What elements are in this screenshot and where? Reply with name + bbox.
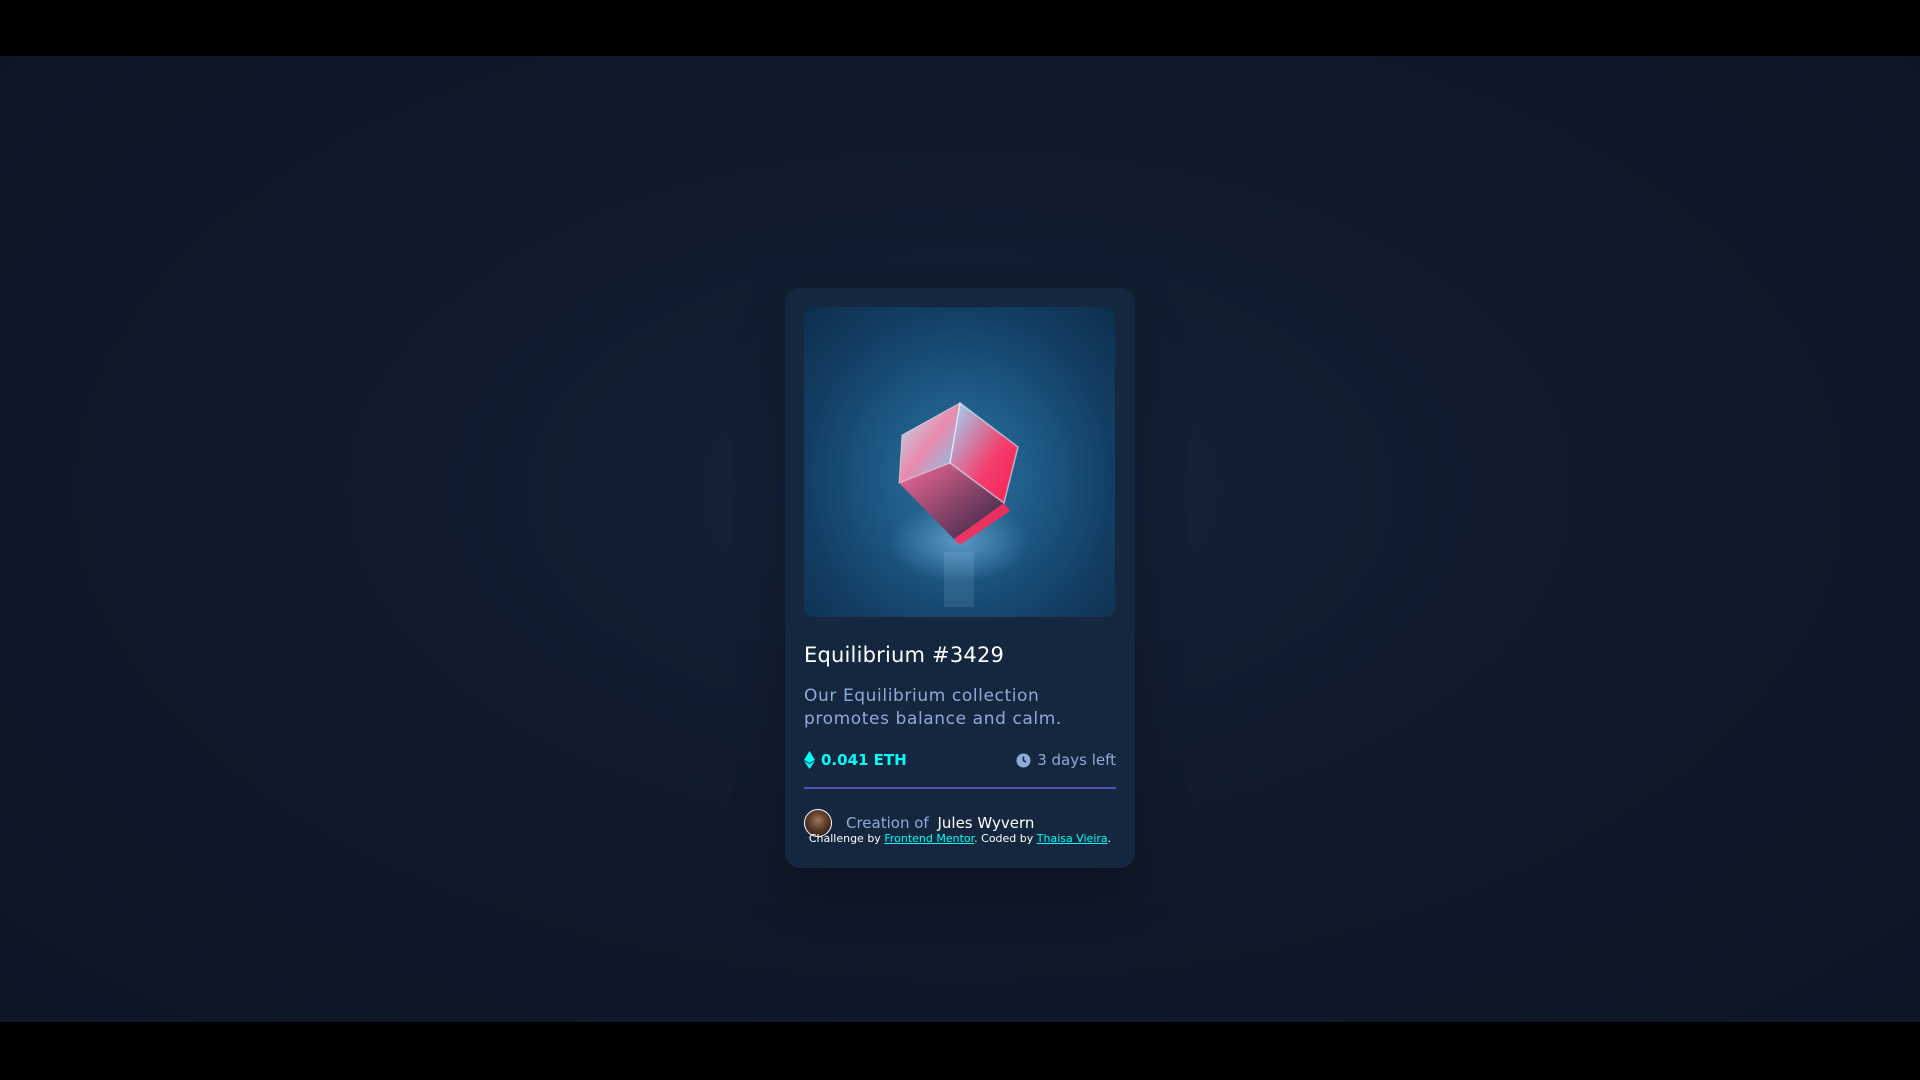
nft-description: Our Equilibrium collection promotes bala…	[804, 686, 1062, 729]
nft-card: Equilibrium #3429 Our Equilibrium collec…	[785, 288, 1135, 868]
attribution-middle: . Coded by	[974, 832, 1034, 845]
author-link[interactable]: Thaisa Vieira	[1037, 832, 1108, 845]
clock-icon	[1016, 753, 1031, 767]
creator-label: Creation of	[846, 814, 929, 832]
attribution-suffix: .	[1107, 832, 1112, 845]
attribution: Challenge by Frontend Mentor. Coded by T…	[0, 832, 1920, 845]
nft-image[interactable]	[804, 307, 1115, 617]
nft-meta: 0.041 ETH 3 days left	[804, 751, 1116, 769]
attribution-prefix: Challenge by	[808, 832, 881, 845]
frontend-mentor-link[interactable]: Frontend Mentor	[884, 832, 974, 845]
creator-name-link[interactable]: Jules Wyvern	[937, 814, 1034, 832]
time-left-value: 3 days left	[1037, 751, 1116, 769]
ethereum-icon	[804, 751, 815, 769]
nft-title[interactable]: Equilibrium #3429	[804, 643, 1116, 667]
page-background: Equilibrium #3429 Our Equilibrium collec…	[0, 56, 1920, 1022]
price: 0.041 ETH	[804, 751, 907, 769]
divider	[804, 787, 1116, 789]
cube-illustration	[889, 401, 1029, 607]
time-left: 3 days left	[1016, 751, 1116, 769]
price-value: 0.041 ETH	[821, 751, 907, 769]
